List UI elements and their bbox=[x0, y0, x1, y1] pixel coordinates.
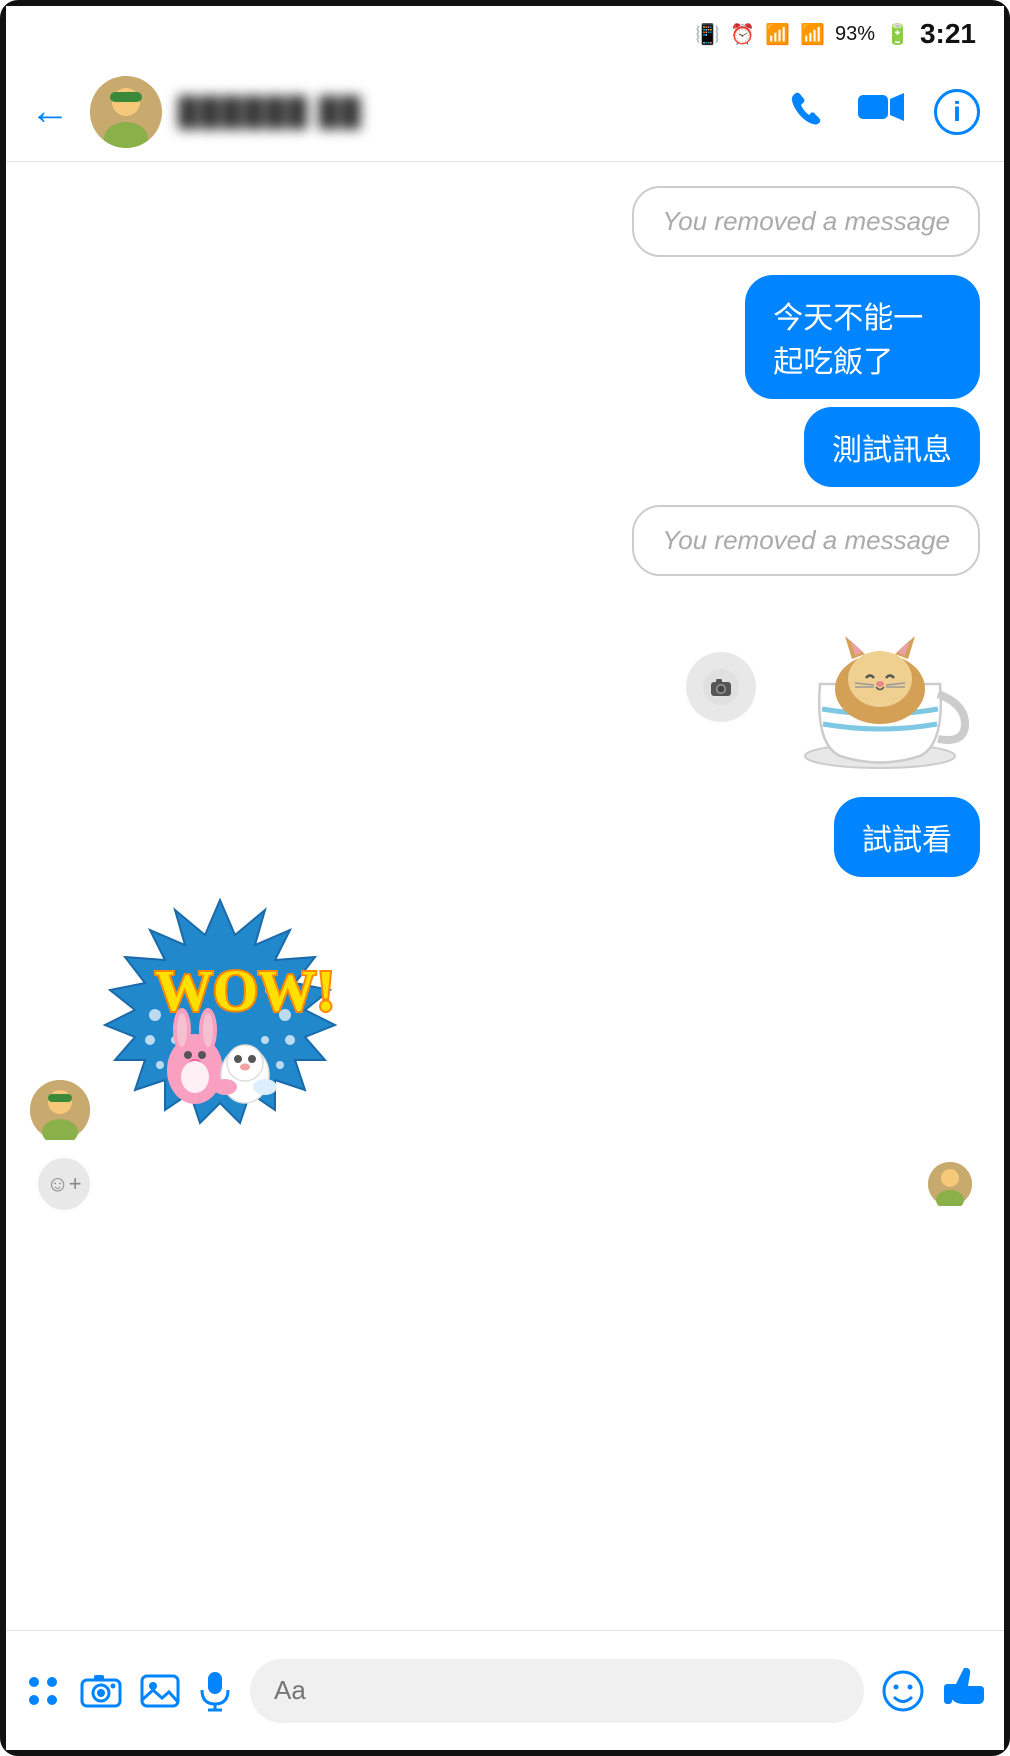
info-button[interactable]: i bbox=[934, 89, 980, 135]
status-time: 3:21 bbox=[920, 18, 976, 50]
info-icon-label: i bbox=[953, 96, 961, 128]
chat-area: You removed a message 今天不能一起吃飯了 測試訊息 You… bbox=[6, 162, 1004, 1630]
avatar-image bbox=[90, 76, 162, 148]
wifi-icon: 📶 bbox=[765, 22, 790, 47]
thumbs-up-button[interactable] bbox=[942, 1664, 986, 1718]
image-button[interactable] bbox=[140, 1672, 180, 1710]
call-button[interactable] bbox=[788, 87, 828, 137]
camera-input-icon bbox=[80, 1672, 122, 1710]
mic-button[interactable] bbox=[198, 1670, 232, 1712]
message-cluster-outgoing: 今天不能一起吃飯了 測試訊息 bbox=[654, 275, 980, 487]
message-input[interactable] bbox=[250, 1659, 864, 1723]
battery-icon: 🔋 bbox=[885, 22, 910, 47]
input-bar bbox=[6, 1630, 1004, 1750]
mic-icon bbox=[198, 1670, 232, 1712]
sender-avatar-small bbox=[30, 1080, 90, 1140]
message-bubble-2[interactable]: 今天不能一起吃飯了 bbox=[745, 275, 980, 399]
message-row-6: 試試看 bbox=[30, 797, 980, 877]
cat-sticker-svg bbox=[780, 594, 980, 774]
contact-avatar[interactable] bbox=[90, 76, 162, 148]
own-avatar-svg bbox=[928, 1162, 972, 1206]
nav-bar: ← ██████ ██ i bbox=[6, 62, 1004, 162]
alarm-icon: ⏰ bbox=[730, 22, 755, 47]
emoji-add-icon: ☺+ bbox=[46, 1171, 81, 1197]
emoji-button[interactable] bbox=[882, 1670, 924, 1712]
camera-icon bbox=[703, 669, 739, 705]
wow-sticker: WOW! bbox=[100, 895, 340, 1140]
signal-icon: 📶 bbox=[800, 22, 825, 47]
status-bar: 📳 ⏰ 📶 📶 93% 🔋 3:21 bbox=[6, 6, 1004, 62]
contact-name-blurred: ██████ ██ bbox=[178, 96, 362, 128]
message-row-1: You removed a message bbox=[30, 186, 980, 257]
dots-grid-icon bbox=[24, 1672, 62, 1710]
battery-percent: 93% bbox=[835, 23, 875, 46]
emoji-icon bbox=[882, 1670, 924, 1712]
video-icon bbox=[856, 87, 906, 127]
removed-message-2: You removed a message bbox=[632, 505, 980, 576]
message-bubble-6[interactable]: 試試看 bbox=[834, 797, 980, 877]
image-icon bbox=[140, 1672, 180, 1710]
vibrate-icon: 📳 bbox=[695, 22, 720, 47]
thumbs-up-icon bbox=[942, 1664, 986, 1708]
back-button[interactable]: ← bbox=[30, 89, 70, 134]
status-icons: 📳 ⏰ 📶 📶 93% 🔋 3:21 bbox=[695, 18, 976, 50]
own-avatar-small bbox=[928, 1162, 972, 1206]
reaction-row: ☺+ bbox=[30, 1158, 980, 1210]
phone-icon bbox=[788, 87, 828, 127]
sticker-wow-row: WOW! bbox=[30, 895, 980, 1140]
contact-name: ██████ ██ bbox=[178, 96, 772, 128]
camera-button[interactable] bbox=[686, 652, 756, 722]
video-call-button[interactable] bbox=[856, 87, 906, 137]
sender-avatar-svg bbox=[30, 1080, 90, 1140]
nav-actions: i bbox=[788, 87, 980, 137]
wow-sticker-svg: WOW! bbox=[100, 895, 340, 1135]
removed-message-1: You removed a message bbox=[632, 186, 980, 257]
sticker-cat-row bbox=[30, 594, 980, 779]
message-row-4: You removed a message bbox=[30, 505, 980, 576]
cat-sticker bbox=[780, 594, 980, 779]
menu-button[interactable] bbox=[24, 1672, 62, 1710]
message-row-2: 今天不能一起吃飯了 測試訊息 bbox=[30, 275, 980, 487]
camera-input-button[interactable] bbox=[80, 1672, 122, 1710]
emoji-add-button[interactable]: ☺+ bbox=[38, 1158, 90, 1210]
message-bubble-3[interactable]: 測試訊息 bbox=[804, 407, 980, 487]
